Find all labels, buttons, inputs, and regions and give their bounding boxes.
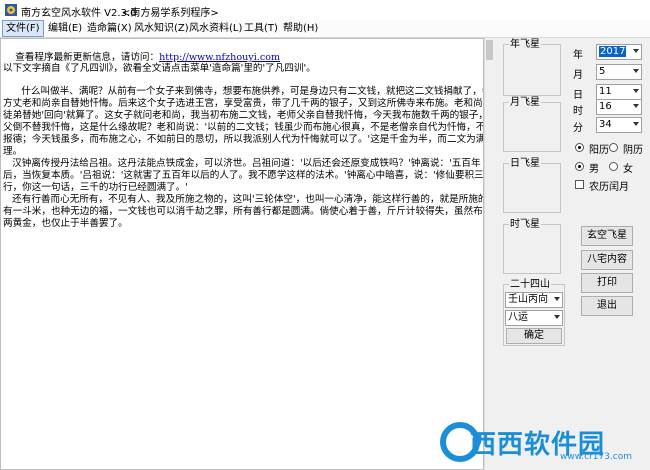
menu-edit[interactable]: 编辑(E) <box>45 21 85 36</box>
chevron-down-icon <box>633 89 639 93</box>
watermark-url: www.cr173.com <box>560 452 633 462</box>
menu-fengshui-data[interactable]: 风水资料(L) <box>186 21 245 36</box>
menu-file[interactable]: 文件(F) <box>2 20 44 37</box>
chevron-down-icon <box>554 297 560 301</box>
day-star-label: 日飞星 <box>509 158 541 170</box>
bazhai-content-button[interactable]: 八宅内容 <box>581 250 633 270</box>
text-line: 父倒不替我忏悔，这是什么缘故呢？老和尚说：'以前的二文钱；钱虽少而布施心很真，不… <box>3 122 484 133</box>
day-star-box: 日飞星 <box>503 158 561 213</box>
print-button[interactable]: 打印 <box>581 273 633 293</box>
website-link[interactable]: http://www.nfzhouyi.com <box>159 52 280 63</box>
lunar-calendar-radio[interactable] <box>609 143 618 152</box>
text-line: 报德；今天钱虽多，而布施之心，不如前日的恳切，所以我派别人代为忏悔就可以了。'这… <box>3 134 484 145</box>
text-line: 方丈老和尚亲自替她忏悔。后来这个女子选进王宫，享受富贵，带了几千两的银子，又到这… <box>3 98 484 109</box>
mountain-select[interactable]: 壬山丙向 <box>505 292 563 308</box>
chevron-down-icon <box>633 49 639 53</box>
text-line: 汉钟离传授丹法给吕祖。这丹法能点铁成金，可以济世。吕祖问道：'以后还会还原变成铁… <box>3 158 481 169</box>
year-star-label: 年飞星 <box>509 39 541 51</box>
year-select[interactable]: 2017 <box>596 44 642 60</box>
text-line: 理。 <box>3 146 23 157</box>
year-star-box: 年飞星 <box>503 39 561 96</box>
lunar-calendar-label: 阴历 <box>623 145 643 156</box>
confirm-button[interactable]: 确定 <box>506 328 562 344</box>
menu-fengshui-knowledge[interactable]: 风水知识(Z) <box>131 21 192 36</box>
month-star-box: 月飞星 <box>503 97 561 152</box>
month-select[interactable]: 5 <box>596 64 642 80</box>
day-label: 日 <box>573 90 583 101</box>
hour-label: 时 <box>573 106 583 117</box>
minute-select[interactable]: 34 <box>596 117 642 133</box>
period-select[interactable]: 八运 <box>505 310 563 326</box>
text-line: 徒弟替她'回向'就算了。这女子就问老和尚，我当初布施二文钱，老师父亲自替我忏悔，… <box>3 110 484 121</box>
menu-zaoming[interactable]: 造命篇(X) <box>84 21 135 36</box>
watermark-logo: 西西软件园 www.cr173.com <box>440 418 650 464</box>
minute-label: 分 <box>573 123 583 134</box>
window-subtitle: <南方易学系列程序> <box>122 8 219 19</box>
year-label: 年 <box>573 50 583 61</box>
chevron-down-icon <box>633 122 639 126</box>
hour-select[interactable]: 16 <box>596 99 642 115</box>
text-line: 什么叫做半、满呢？从前有一个女子来到佛寺，想要布施供养，可是身边只有二文钱，就把… <box>3 86 484 97</box>
xuankong-star-button[interactable]: 玄空飞星 <box>581 226 633 246</box>
menu-tools[interactable]: 工具(T) <box>241 21 281 36</box>
chevron-down-icon <box>554 315 560 319</box>
month-label: 月 <box>573 70 583 81</box>
window-title: 南方玄空风水软件 V2.3.0 <box>21 8 137 19</box>
solar-calendar-radio[interactable] <box>575 143 584 152</box>
male-radio[interactable] <box>575 162 584 171</box>
menu-bar: 文件(F) 编辑(E) 造命篇(X) 风水知识(Z) 风水资料(L) 工具(T)… <box>0 20 650 38</box>
app-compass-icon <box>5 4 17 16</box>
text-line: 行，你这一句话，三千的功行已经圆满了。' <box>3 182 188 193</box>
text-line: 还有行善而心无所有，不见有人、我及所施之物的，这叫'三轮体空'，也叫一心清净，能… <box>3 194 484 205</box>
text-line: 以下文字摘自《了凡四训》，欲看全文请点击菜单'造命篇'里的'了凡四训'。 <box>3 63 316 74</box>
text-line: 后，当恢复本质。'吕祖说：'这就害了五百年以后的人了。我不愿学这样的法术。'钟离… <box>3 170 484 181</box>
scrollbar-thumb[interactable] <box>486 40 493 60</box>
male-label: 男 <box>589 164 599 175</box>
day-select[interactable]: 11 <box>596 84 642 100</box>
leap-month-checkbox[interactable] <box>575 180 584 189</box>
exit-button[interactable]: 退出 <box>581 296 633 316</box>
text-content-area[interactable]: 查看程序最新更新信息，请访问：http://www.nfzhouyi.com 以… <box>0 38 484 470</box>
vertical-scrollbar[interactable] <box>484 38 494 470</box>
hour-star-box: 时飞星 <box>503 219 561 274</box>
text-line: 有一斗米，也种无边的福，一文钱也可以消千劫之罪，所有善行都是圆满。倘使心着于善，… <box>3 206 484 217</box>
mountains-label: 二十四山 <box>509 279 551 291</box>
text-line: 两黄金，也仅止于半善罢了。 <box>3 218 128 229</box>
female-label: 女 <box>623 164 633 175</box>
month-star-label: 月飞星 <box>509 97 541 109</box>
female-radio[interactable] <box>609 162 618 171</box>
chevron-down-icon <box>633 104 639 108</box>
title-bar: 南方玄空风水软件 V2.3.0 <南方易学系列程序> <box>0 0 650 20</box>
leap-month-label: 农历闰月 <box>589 182 629 193</box>
menu-help[interactable]: 帮助(H) <box>280 21 321 36</box>
chevron-down-icon <box>633 69 639 73</box>
solar-calendar-label: 阳历 <box>589 145 609 156</box>
hour-star-label: 时飞星 <box>509 219 541 231</box>
